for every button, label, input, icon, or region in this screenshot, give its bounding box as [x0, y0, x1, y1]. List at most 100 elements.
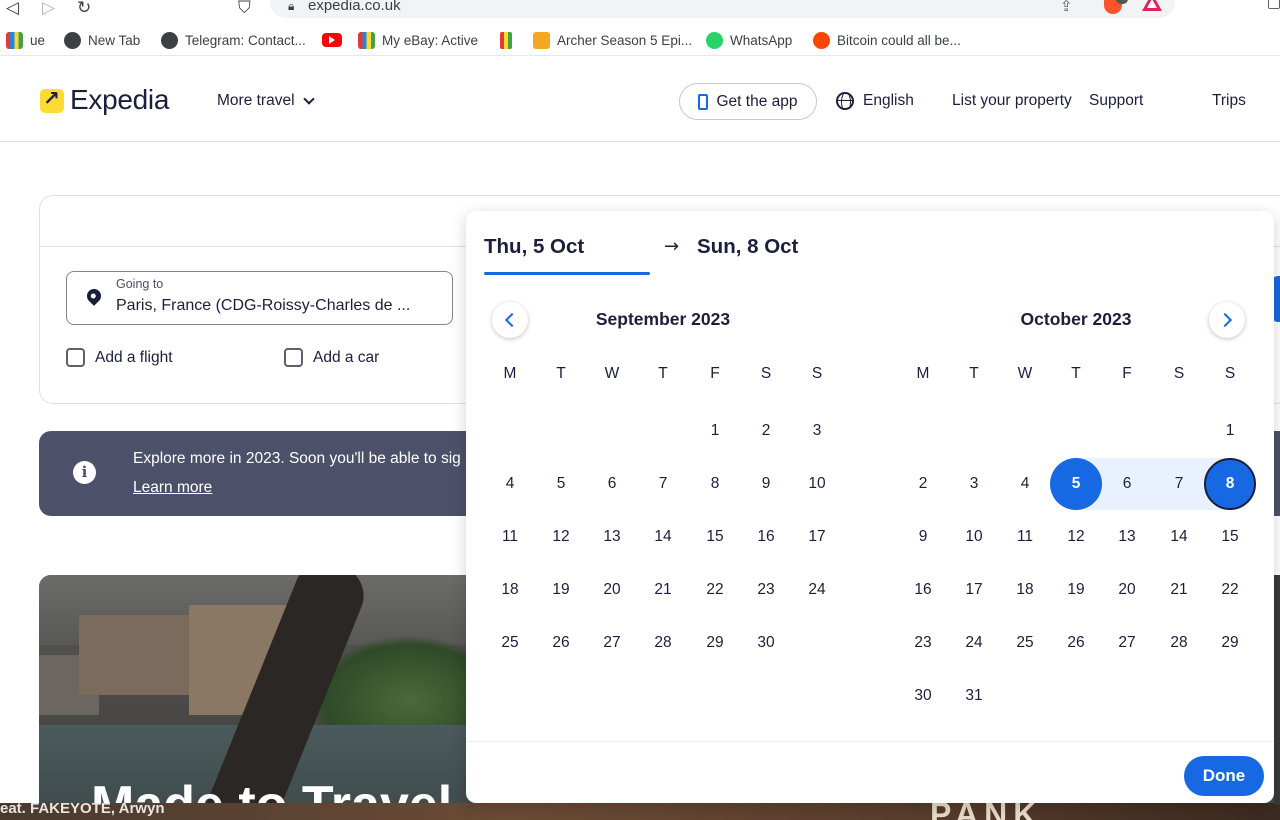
right-day-cell[interactable]: 18: [1002, 570, 1048, 610]
right-day-cell[interactable]: 26: [1053, 623, 1099, 663]
get-app-button[interactable]: Get the app: [679, 83, 817, 120]
left-day-cell[interactable]: 24: [794, 570, 840, 610]
right-day-cell[interactable]: 9: [900, 517, 946, 557]
left-day-cell[interactable]: 17: [794, 517, 840, 557]
bookmark-item[interactable]: My eBay: Active: [358, 30, 478, 50]
bookmark-item[interactable]: WhatsApp: [706, 30, 792, 50]
selected-start-day[interactable]: 5: [1050, 458, 1102, 510]
right-day-cell[interactable]: 1: [1207, 411, 1253, 451]
going-to-value[interactable]: Paris, France (CDG-Roissy-Charles de ...: [116, 297, 410, 315]
add-flight-label: Add a flight: [95, 348, 173, 366]
forward-icon[interactable]: ▷: [42, 0, 55, 18]
left-day-cell[interactable]: 4: [487, 464, 533, 504]
right-day-cell[interactable]: 22: [1207, 570, 1253, 610]
going-to-field[interactable]: Going to Paris, France (CDG-Roissy-Charl…: [66, 271, 453, 325]
right-day-cell[interactable]: 10: [951, 517, 997, 557]
left-day-cell[interactable]: 10: [794, 464, 840, 504]
right-day-cell[interactable]: 31: [951, 676, 997, 716]
bookmark-icon[interactable]: ⛉: [238, 0, 251, 18]
learn-more-link[interactable]: Learn more: [133, 479, 212, 497]
right-day-cell[interactable]: 6: [1104, 464, 1150, 504]
right-day-cell[interactable]: 7: [1156, 464, 1202, 504]
selected-end-day[interactable]: 8: [1204, 458, 1256, 510]
right-day-cell[interactable]: 4: [1002, 464, 1048, 504]
window-icon[interactable]: [1268, 0, 1280, 9]
bookmark-item[interactable]: [500, 30, 512, 50]
more-travel-menu[interactable]: More travel: [217, 92, 315, 110]
right-day-cell[interactable]: 28: [1156, 623, 1202, 663]
left-day-cell[interactable]: 21: [640, 570, 686, 610]
left-day-cell[interactable]: 13: [589, 517, 635, 557]
trips-link[interactable]: Trips: [1212, 92, 1246, 110]
right-day-cell[interactable]: 3: [951, 464, 997, 504]
left-day-cell[interactable]: 7: [640, 464, 686, 504]
done-button[interactable]: Done: [1184, 756, 1264, 796]
left-day-cell[interactable]: 14: [640, 517, 686, 557]
left-day-cell[interactable]: 8: [692, 464, 738, 504]
start-date-tab[interactable]: Thu, 5 Oct: [484, 235, 584, 259]
left-day-cell[interactable]: 22: [692, 570, 738, 610]
url-text[interactable]: expedia.co.uk: [308, 0, 401, 14]
left-day-cell[interactable]: 15: [692, 517, 738, 557]
right-day-cell[interactable]: 30: [900, 676, 946, 716]
end-date-tab[interactable]: Sun, 8 Oct: [697, 235, 798, 259]
right-day-cell[interactable]: 20: [1104, 570, 1150, 610]
bookmark-item[interactable]: ue: [6, 30, 45, 50]
right-day-cell[interactable]: 23: [900, 623, 946, 663]
left-day-cell[interactable]: 16: [743, 517, 789, 557]
right-day-cell[interactable]: 27: [1104, 623, 1150, 663]
right-day-cell[interactable]: 21: [1156, 570, 1202, 610]
left-day-cell[interactable]: 18: [487, 570, 533, 610]
bookmark-item[interactable]: Telegram: Contact...: [161, 30, 306, 50]
language-selector[interactable]: English: [836, 92, 914, 110]
add-flight-checkbox[interactable]: Add a flight: [66, 348, 173, 367]
right-day-cell[interactable]: 24: [951, 623, 997, 663]
previous-month-button[interactable]: [492, 302, 528, 338]
right-day-cell[interactable]: 14: [1156, 517, 1202, 557]
right-day-cell[interactable]: 2: [900, 464, 946, 504]
left-day-cell[interactable]: 6: [589, 464, 635, 504]
checkbox-icon[interactable]: [66, 348, 85, 367]
reload-icon[interactable]: ↻: [77, 0, 91, 18]
expedia-logo-icon[interactable]: [40, 86, 64, 113]
left-day-cell[interactable]: 26: [538, 623, 584, 663]
back-icon[interactable]: ◁: [6, 0, 19, 18]
checkbox-icon[interactable]: [284, 348, 303, 367]
right-day-cell[interactable]: 25: [1002, 623, 1048, 663]
logo-text[interactable]: Expedia: [70, 84, 169, 116]
right-day-cell[interactable]: 17: [951, 570, 997, 610]
right-day-cell[interactable]: 29: [1207, 623, 1253, 663]
address-bar[interactable]: [270, 0, 1175, 18]
left-day-cell[interactable]: 23: [743, 570, 789, 610]
bookmark-item[interactable]: New Tab: [64, 30, 140, 50]
right-day-cell[interactable]: 15: [1207, 517, 1253, 557]
bookmark-item[interactable]: Bitcoin could all be...: [813, 30, 961, 50]
right-day-cell[interactable]: 11: [1002, 517, 1048, 557]
left-day-cell[interactable]: 3: [794, 411, 840, 451]
share-icon[interactable]: ⇪: [1060, 0, 1073, 15]
right-day-cell[interactable]: 13: [1104, 517, 1150, 557]
left-day-cell[interactable]: 27: [589, 623, 635, 663]
left-day-cell[interactable]: 9: [743, 464, 789, 504]
left-day-cell[interactable]: 29: [692, 623, 738, 663]
left-day-cell[interactable]: 25: [487, 623, 533, 663]
left-day-cell[interactable]: 5: [538, 464, 584, 504]
left-day-cell[interactable]: 11: [487, 517, 533, 557]
bookmark-item[interactable]: Archer Season 5 Epi...: [533, 30, 692, 50]
left-day-cell[interactable]: 20: [589, 570, 635, 610]
left-day-cell[interactable]: 30: [743, 623, 789, 663]
list-property-link[interactable]: List your property: [952, 92, 1072, 110]
left-day-cell[interactable]: 1: [692, 411, 738, 451]
brave-rewards-icon[interactable]: [1142, 0, 1162, 11]
bookmark-item[interactable]: [322, 30, 342, 50]
left-day-cell[interactable]: 2: [743, 411, 789, 451]
left-day-cell[interactable]: 19: [538, 570, 584, 610]
support-link[interactable]: Support: [1089, 92, 1143, 110]
right-day-cell[interactable]: 16: [900, 570, 946, 610]
right-day-cell[interactable]: 12: [1053, 517, 1099, 557]
right-day-cell[interactable]: 19: [1053, 570, 1099, 610]
left-day-cell[interactable]: 28: [640, 623, 686, 663]
next-month-button[interactable]: [1209, 302, 1245, 338]
left-day-cell[interactable]: 12: [538, 517, 584, 557]
add-car-checkbox[interactable]: Add a car: [284, 348, 379, 367]
